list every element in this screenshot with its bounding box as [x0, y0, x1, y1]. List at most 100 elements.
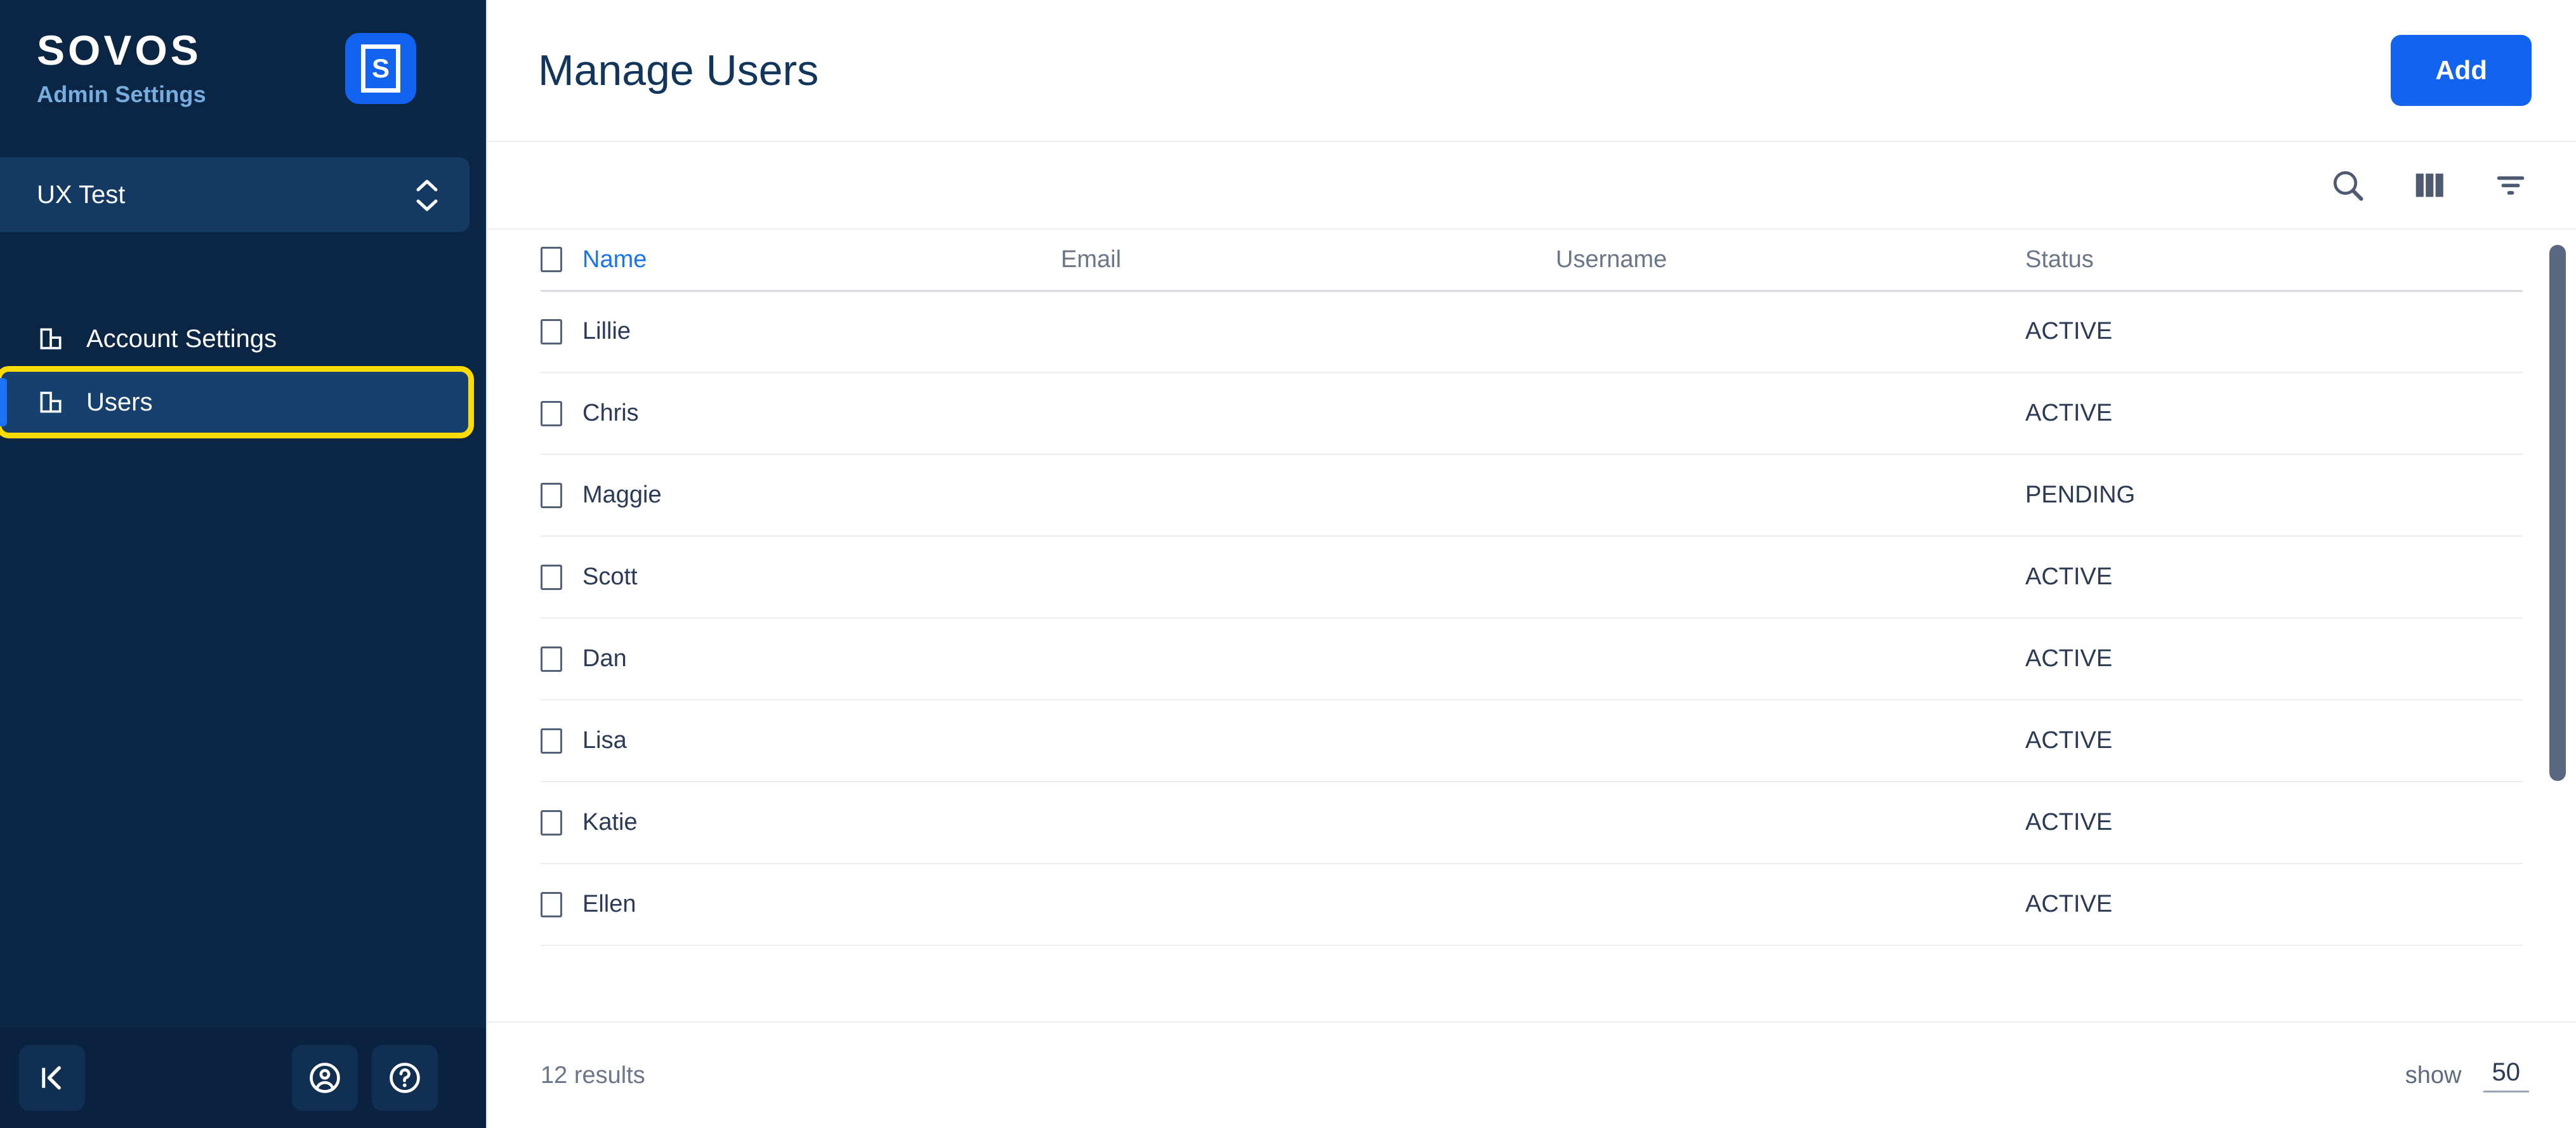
brand-name: SOVOS	[37, 27, 202, 74]
cell-name: Chris	[541, 372, 1061, 455]
cell-email	[1061, 291, 1556, 373]
cell-email	[1061, 454, 1556, 537]
user-name: Dan	[582, 645, 627, 672]
sidebar-footer-actions	[292, 1044, 438, 1111]
page-size-group: show 50	[2405, 1058, 2529, 1092]
cell-email	[1061, 372, 1556, 455]
column-header-email[interactable]: Email	[1061, 230, 1556, 292]
sidebar-nav: Account Settings Users	[0, 232, 486, 1026]
table-row[interactable]: Lisa ACTIVE	[541, 700, 2523, 782]
org-selector-label: UX Test	[37, 180, 126, 209]
table-row[interactable]: Dan ACTIVE	[541, 618, 2523, 700]
account-button[interactable]	[292, 1044, 358, 1111]
users-table: Name Email Username Status Lillie ACTIVE	[541, 230, 2523, 946]
cell-status: ACTIVE	[2025, 372, 2523, 455]
brand-text: SOVOS Admin Settings	[37, 29, 206, 108]
filter-icon	[2497, 176, 2525, 195]
cell-email	[1061, 618, 1556, 700]
page-header: Manage Users Add	[487, 0, 2576, 142]
results-count: 12 results	[541, 1061, 645, 1089]
collapse-sidebar-button[interactable]	[19, 1044, 85, 1111]
page-size-select[interactable]: 50	[2483, 1058, 2529, 1092]
cell-email	[1061, 863, 1556, 946]
table-footer: 12 results show 50	[487, 1021, 2576, 1128]
column-header-username[interactable]: Username	[1556, 230, 2025, 292]
add-button[interactable]: Add	[2391, 35, 2532, 106]
sidebar-item-label: Users	[86, 388, 153, 416]
cell-status: PENDING	[2025, 454, 2523, 537]
cell-name: Maggie	[541, 454, 1061, 537]
table-row[interactable]: Katie ACTIVE	[541, 782, 2523, 864]
sidebar-item-account-settings[interactable]: Account Settings	[0, 307, 486, 371]
user-name: Katie	[582, 809, 638, 836]
search-icon	[2333, 171, 2363, 201]
filter-button[interactable]	[2492, 167, 2529, 204]
table-row[interactable]: Scott ACTIVE	[541, 536, 2523, 619]
cell-username	[1556, 782, 2025, 864]
cell-name: Scott	[541, 536, 1061, 619]
cell-username	[1556, 454, 2025, 537]
row-checkbox[interactable]	[541, 482, 562, 508]
help-button[interactable]	[372, 1044, 438, 1111]
users-table-head: Name Email Username Status	[541, 230, 2523, 292]
table-toolbar	[487, 142, 2576, 230]
row-checkbox[interactable]	[541, 564, 562, 590]
cell-status: ACTIVE	[2025, 291, 2523, 373]
cell-status: ACTIVE	[2025, 536, 2523, 619]
cell-email	[1061, 536, 1556, 619]
row-checkbox[interactable]	[541, 810, 562, 836]
columns-icon	[2415, 173, 2443, 197]
column-header-name[interactable]: Name	[541, 230, 1061, 292]
help-circle-icon	[390, 1062, 420, 1093]
page-title: Manage Users	[538, 46, 819, 95]
app-root: SOVOS Admin Settings S UX Test Account S…	[0, 0, 2576, 1128]
building-icon	[40, 328, 62, 350]
user-name: Lisa	[582, 727, 627, 754]
row-checkbox[interactable]	[541, 728, 562, 754]
table-scrollbar-thumb[interactable]	[2549, 245, 2566, 781]
user-name: Maggie	[582, 482, 662, 508]
cell-name: Dan	[541, 618, 1061, 700]
org-selector[interactable]: UX Test	[0, 157, 470, 232]
brand-badge-letter: S	[361, 44, 400, 93]
table-row[interactable]: Maggie PENDING	[541, 454, 2523, 537]
header-name-wrap: Name	[541, 246, 1061, 273]
cell-status: ACTIVE	[2025, 863, 2523, 946]
cell-email	[1061, 782, 1556, 864]
cell-status: ACTIVE	[2025, 618, 2523, 700]
cell-name: Ellen	[541, 863, 1061, 946]
cell-username	[1556, 291, 2025, 373]
account-circle-icon	[310, 1062, 340, 1093]
row-checkbox[interactable]	[541, 646, 562, 672]
chevron-down-icon	[416, 199, 438, 211]
column-header-status[interactable]: Status	[2025, 230, 2523, 292]
sidebar-item-label: Account Settings	[86, 324, 277, 353]
columns-button[interactable]	[2411, 167, 2448, 204]
row-checkbox[interactable]	[541, 318, 562, 344]
table-scrollbar-track[interactable]	[2549, 241, 2566, 1010]
cell-username	[1556, 372, 2025, 455]
collapse-panel-icon	[42, 1066, 61, 1089]
search-button[interactable]	[2329, 166, 2367, 204]
sidebar: SOVOS Admin Settings S UX Test Account S…	[0, 0, 486, 1128]
cell-status: ACTIVE	[2025, 782, 2523, 864]
user-name: Scott	[582, 563, 638, 590]
row-checkbox[interactable]	[541, 400, 562, 426]
row-checkbox[interactable]	[541, 891, 562, 917]
building-icon	[40, 391, 62, 413]
user-name: Ellen	[582, 891, 636, 917]
brand-subtitle: Admin Settings	[37, 81, 206, 107]
select-all-checkbox[interactable]	[541, 247, 562, 273]
column-header-label: Name	[582, 246, 647, 273]
users-table-container: Name Email Username Status Lillie ACTIVE	[487, 230, 2576, 1021]
page-size-label: show	[2405, 1061, 2462, 1089]
cell-name: Lisa	[541, 700, 1061, 782]
table-row[interactable]: Lillie ACTIVE	[541, 291, 2523, 373]
table-row[interactable]: Ellen ACTIVE	[541, 863, 2523, 946]
cell-email	[1061, 700, 1556, 782]
table-header-row: Name Email Username Status	[541, 230, 2523, 292]
cell-username	[1556, 863, 2025, 946]
sidebar-item-users[interactable]: Users	[0, 366, 474, 438]
table-row[interactable]: Chris ACTIVE	[541, 372, 2523, 455]
users-table-body: Lillie ACTIVE Chris ACTIVE Maggie PENDIN…	[541, 291, 2523, 946]
